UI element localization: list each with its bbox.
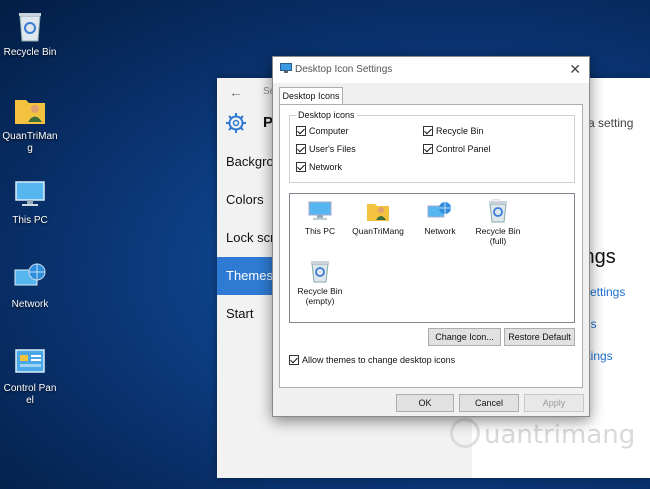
desktop-icon-quantrimang[interactable]: QuanTriMang xyxy=(0,92,60,155)
checkbox-checked-icon[interactable] xyxy=(296,144,306,154)
checkbox-computer[interactable]: Computer xyxy=(296,126,349,136)
monitor-icon xyxy=(280,63,292,76)
network-icon xyxy=(427,198,453,224)
list-item-label: This PC xyxy=(304,226,336,236)
desktop-icon-control-panel[interactable]: Control Panel xyxy=(0,344,60,407)
dialog-title: Desktop Icon Settings xyxy=(295,64,393,75)
checkbox-network[interactable]: Network xyxy=(296,162,342,172)
checkbox-label: User's Files xyxy=(309,144,356,154)
desktop-icon-settings-dialog: Desktop Icon Settings ✕ Desktop Icons De… xyxy=(272,56,590,417)
checkbox-label: Network xyxy=(309,162,343,172)
watermark-text: uantrimang xyxy=(484,420,636,450)
computer-icon xyxy=(12,176,48,212)
control-panel-icon xyxy=(12,344,48,380)
tab-desktop-icons[interactable]: Desktop Icons xyxy=(279,87,343,105)
ok-button[interactable]: OK xyxy=(396,394,454,412)
watermark-logo xyxy=(450,418,480,448)
gear-icon xyxy=(225,112,247,139)
close-icon[interactable]: ✕ xyxy=(569,61,581,78)
restore-default-button[interactable]: Restore Default xyxy=(504,328,575,346)
desktop-icons-groupbox: Desktop icons Computer Recycle Bin User'… xyxy=(289,110,575,183)
dialog-titlebar[interactable]: Desktop Icon Settings ✕ xyxy=(273,57,589,83)
list-item-label: Recycle Bin (empty) xyxy=(297,286,343,306)
desktop-icon-label: Control Panel xyxy=(3,383,57,406)
list-item[interactable]: Recycle Bin (empty) xyxy=(292,258,348,306)
recycle-bin-empty-icon xyxy=(307,258,333,284)
desktop-icon-recycle-bin[interactable]: Recycle Bin xyxy=(0,8,60,59)
apply-button[interactable]: Apply xyxy=(524,394,584,412)
checkbox-checked-icon[interactable] xyxy=(289,355,299,365)
checkbox-users-files[interactable]: User's Files xyxy=(296,144,356,154)
checkbox-label: Allow themes to change desktop icons xyxy=(302,355,456,365)
checkbox-recycle-bin[interactable]: Recycle Bin xyxy=(423,126,484,136)
checkbox-label: Control Panel xyxy=(436,144,491,154)
checkbox-checked-icon[interactable] xyxy=(423,144,433,154)
checkbox-control-panel[interactable]: Control Panel xyxy=(423,144,491,154)
recycle-bin-icon xyxy=(12,8,48,44)
user-folder-icon xyxy=(12,92,48,128)
network-icon xyxy=(12,260,48,296)
list-item[interactable]: QuanTriMang xyxy=(350,198,406,236)
computer-icon xyxy=(307,198,333,224)
groupbox-label: Desktop icons xyxy=(296,110,357,120)
list-item-label: Network xyxy=(424,226,456,236)
search-input[interactable]: a setting xyxy=(588,112,650,134)
list-item[interactable]: This PC xyxy=(292,198,348,236)
tab-panel: Desktop icons Computer Recycle Bin User'… xyxy=(279,104,583,388)
desktop-icon-label: This PC xyxy=(12,215,48,226)
back-arrow-icon[interactable]: ← xyxy=(229,84,243,100)
desktop-icon-label: QuanTriMang xyxy=(2,131,58,154)
checkbox-checked-icon[interactable] xyxy=(296,162,306,172)
desktop-icon-this-pc[interactable]: This PC xyxy=(0,176,60,227)
list-item[interactable]: Network xyxy=(412,198,468,236)
icon-list: This PC QuanTriMang Network Recycle Bin … xyxy=(289,193,575,323)
checkbox-label: Computer xyxy=(309,126,349,136)
desktop-icon-label: Network xyxy=(11,299,49,310)
user-folder-icon xyxy=(365,198,391,224)
checkbox-allow-themes[interactable]: Allow themes to change desktop icons xyxy=(289,355,455,365)
recycle-bin-full-icon xyxy=(485,198,511,224)
desktop-icon-label: Recycle Bin xyxy=(3,47,57,58)
list-item-label: Recycle Bin (full) xyxy=(475,226,521,246)
list-item-label: QuanTriMang xyxy=(352,226,404,236)
desktop-icon-network[interactable]: Network xyxy=(0,260,60,311)
checkbox-checked-icon[interactable] xyxy=(423,126,433,136)
cancel-button[interactable]: Cancel xyxy=(459,394,519,412)
checkbox-checked-icon[interactable] xyxy=(296,126,306,136)
checkbox-label: Recycle Bin xyxy=(436,126,484,136)
settings-link[interactable]: settings xyxy=(584,285,625,299)
list-item[interactable]: Recycle Bin (full) xyxy=(470,198,526,246)
change-icon-button[interactable]: Change Icon... xyxy=(428,328,501,346)
